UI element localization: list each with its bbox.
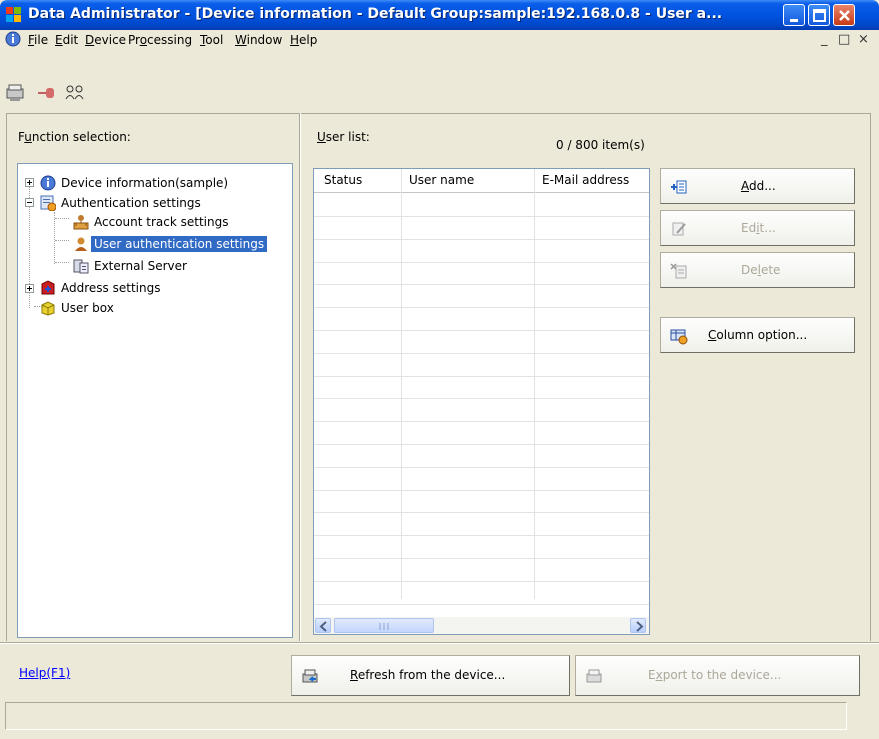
mdi-close-button[interactable]: ×	[858, 32, 869, 47]
tree-item-account-track-settings[interactable]: Account track settings	[73, 213, 231, 231]
menu-bar: File Edit Device Processing Tool Window …	[0, 30, 879, 50]
maximize-button[interactable]	[808, 4, 830, 26]
tree-item-label: Device information(sample)	[61, 176, 229, 190]
column-header-email[interactable]: E-Mail address	[542, 173, 629, 187]
function-selection-label: Function selection:	[18, 130, 131, 144]
scroll-thumb[interactable]	[334, 618, 434, 633]
scroll-right-button[interactable]	[630, 618, 646, 633]
horizontal-scrollbar[interactable]	[314, 617, 649, 634]
tree-item-authentication-settings[interactable]: Authentication settings	[40, 194, 204, 212]
grid-row-line	[314, 421, 649, 422]
tree-item-external-server[interactable]: External Server	[73, 257, 190, 275]
expand-device-info[interactable]	[25, 178, 34, 187]
menu-window[interactable]: Window	[235, 33, 282, 47]
refresh-device-icon	[302, 669, 318, 683]
panel-splitter[interactable]	[299, 113, 301, 641]
grid-row-line	[314, 512, 649, 513]
menu-file[interactable]: File	[28, 33, 48, 47]
column-header-status[interactable]: Status	[324, 173, 362, 187]
tree-item-label: Authentication settings	[61, 196, 201, 210]
tree-item-device-information[interactable]: Device information(sample)	[40, 174, 231, 192]
menu-processing[interactable]: Processing	[128, 33, 192, 47]
export-device-icon	[586, 669, 602, 683]
scroll-left-button[interactable]	[315, 618, 331, 633]
minimize-button[interactable]	[783, 4, 805, 26]
tree-item-address-settings[interactable]: Address settings	[40, 279, 163, 297]
external-server-icon	[73, 259, 89, 274]
tree-item-label: External Server	[94, 259, 187, 273]
grid-row-line	[314, 558, 649, 559]
grid-row-line	[314, 330, 649, 331]
window-title: Data Administrator - [Device information…	[28, 6, 723, 22]
collapse-authentication-settings[interactable]	[25, 198, 34, 207]
grid-header: Status User name E-Mail address	[314, 169, 649, 193]
auth-settings-icon	[40, 195, 56, 211]
tree-item-label: Address settings	[61, 281, 161, 295]
menu-tool[interactable]: Tool	[200, 33, 223, 47]
grid-row-line	[314, 376, 649, 377]
grid-row-line	[314, 444, 649, 445]
refresh-button-label: Refresh from the device...	[350, 668, 506, 682]
user-list-grid[interactable]: Status User name E-Mail address	[313, 168, 650, 635]
expand-address-settings[interactable]	[25, 284, 34, 293]
menu-edit[interactable]: Edit	[55, 33, 78, 47]
grid-row-line	[314, 307, 649, 308]
close-button[interactable]	[833, 4, 855, 26]
grid-row-line	[314, 581, 649, 582]
help-link[interactable]: Help(F1)	[19, 666, 70, 680]
user-box-icon	[41, 301, 55, 316]
column-option-icon	[670, 329, 688, 345]
column-header-user-name[interactable]: User name	[409, 173, 474, 187]
add-button[interactable]: Add...	[660, 168, 855, 204]
edit-button[interactable]: Edit...	[660, 210, 855, 246]
user-list-count: 0 / 800 item(s)	[556, 138, 645, 152]
device-icon[interactable]	[5, 83, 27, 103]
tree-item-label: Account track settings	[94, 215, 229, 229]
grid-row-line	[314, 239, 649, 240]
user-list-label: User list:	[317, 130, 370, 144]
user-icon	[75, 237, 87, 251]
export-button-label: Export to the device...	[648, 668, 782, 682]
grid-row-line	[314, 604, 649, 605]
grid-row-line	[314, 398, 649, 399]
export-to-device-button[interactable]: Export to the device...	[575, 655, 860, 696]
grid-row-line	[314, 490, 649, 491]
tree-item-label: User authentication settings	[91, 236, 268, 252]
function-tree[interactable]: Device information(sample) Authenticatio…	[17, 163, 293, 638]
refresh-from-device-button[interactable]: Refresh from the device...	[291, 655, 570, 696]
column-option-button[interactable]: Column option...	[660, 317, 855, 353]
grid-row-line	[314, 535, 649, 536]
bottom-separator	[0, 642, 879, 644]
grid-row-line	[314, 284, 649, 285]
mdi-restore-button[interactable]: □	[838, 32, 850, 47]
delete-button-label: Delete	[741, 263, 781, 277]
tree-item-label: User box	[61, 301, 114, 315]
tree-item-user-box[interactable]: User box	[40, 299, 117, 317]
title-bar[interactable]: Data Administrator - [Device information…	[0, 0, 879, 30]
menu-device[interactable]: Device	[85, 33, 126, 47]
toolbar	[0, 50, 879, 112]
grid-row-line	[314, 467, 649, 468]
users-icon[interactable]	[64, 83, 86, 103]
mdi-minimize-button[interactable]: _	[821, 32, 828, 47]
tree-item-user-authentication-settings[interactable]: User authentication settings	[73, 235, 268, 253]
menu-help[interactable]: Help	[290, 33, 317, 47]
address-book-icon	[41, 280, 55, 295]
connect-icon[interactable]	[36, 83, 58, 103]
edit-icon	[672, 222, 686, 236]
delete-button[interactable]: Delete	[660, 252, 855, 288]
info-icon	[40, 175, 56, 191]
column-option-button-label: Column option...	[708, 328, 808, 342]
delete-icon	[670, 263, 687, 279]
edit-button-label: Edit...	[741, 221, 776, 235]
status-bar	[5, 702, 847, 730]
document-info-icon[interactable]	[5, 31, 22, 48]
add-button-label: Add...	[741, 179, 776, 193]
account-track-icon	[73, 215, 89, 230]
add-icon	[671, 180, 687, 194]
app-icon	[6, 7, 22, 23]
grid-row-line	[314, 353, 649, 354]
grid-row-line	[314, 216, 649, 217]
grid-row-line	[314, 262, 649, 263]
